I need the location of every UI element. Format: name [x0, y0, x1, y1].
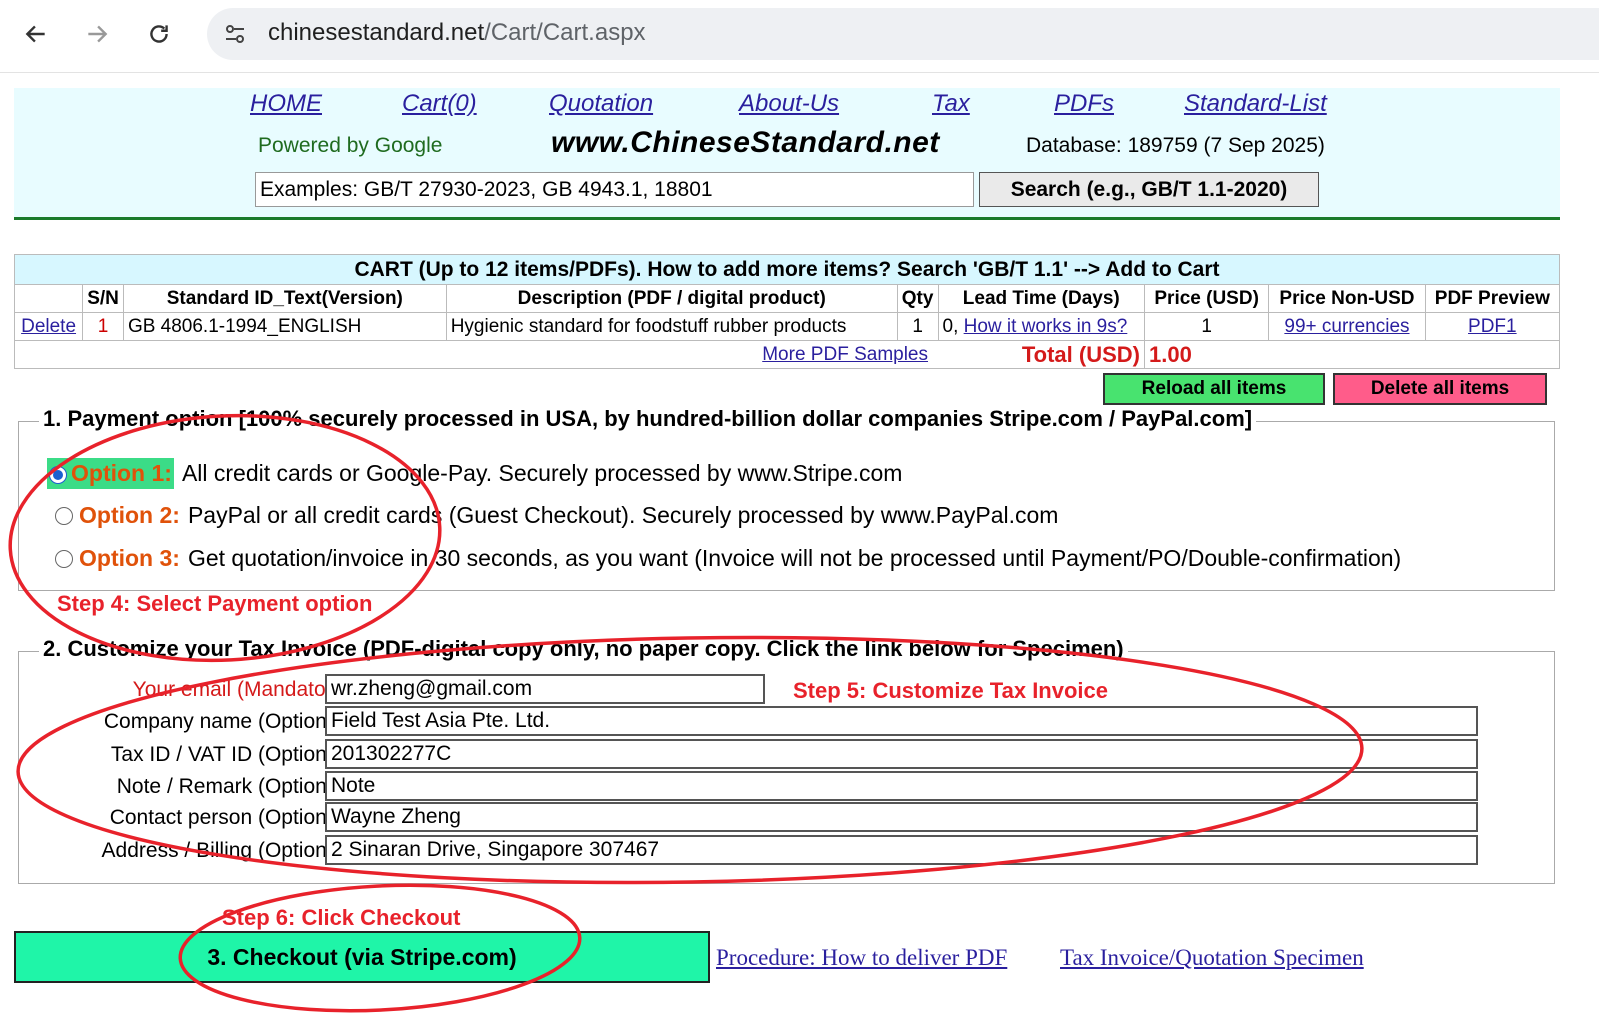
specimen-link[interactable]: Tax Invoice/Quotation Specimen: [1060, 945, 1364, 971]
col-header-sn: S/N: [82, 284, 124, 313]
url-text: chinesestandard.net/Cart/Cart.aspx: [268, 19, 646, 47]
col-header-lead-time: Lead Time (Days): [937, 284, 1146, 313]
address-label: Address / Billing (Optional):: [101, 839, 356, 862]
option-2-text: PayPal or all credit cards (Guest Checko…: [187, 502, 1059, 528]
col-header-qty: Qty: [896, 284, 939, 313]
lead-time-value: 0,: [942, 315, 964, 337]
non-usd-cell: 99+ currencies: [1268, 312, 1426, 341]
total-row: More PDF Samples Total (USD) 1.00: [14, 340, 1560, 369]
email-label: Your email (Mandatory):: [132, 678, 356, 701]
company-field[interactable]: [325, 706, 1478, 736]
forward-arrow-icon[interactable]: [77, 14, 117, 54]
email-field[interactable]: [325, 674, 765, 704]
powered-by-google: Powered by Google: [258, 134, 443, 157]
reload-all-items-button[interactable]: Reload all items: [1103, 373, 1325, 405]
description-cell: Hygienic standard for foodstuff rubber p…: [445, 312, 898, 341]
col-header-price-non-usd: Price Non-USD: [1268, 284, 1426, 313]
step5-annotation: Step 5: Customize Tax Invoice: [793, 678, 1109, 703]
total-label: Total (USD): [938, 340, 1146, 369]
col-header-price-usd: Price (USD): [1143, 284, 1270, 313]
back-arrow-icon[interactable]: [16, 14, 56, 54]
search-button[interactable]: Search (e.g., GB/T 1.1-2020): [979, 172, 1319, 207]
menu-standard-list[interactable]: Standard-List: [1184, 90, 1327, 118]
invoice-legend: 2. Customize your Tax Invoice (PDF-digit…: [39, 636, 1128, 662]
table-row: Delete 1 GB 4806.1-1994_ENGLISH Hygienic…: [13, 312, 1561, 341]
col-header-pdf-preview: PDF Preview: [1424, 284, 1561, 313]
delete-cell: Delete: [13, 312, 84, 341]
sn-cell: 1: [82, 312, 124, 341]
more-samples-cell: More PDF Samples: [14, 340, 939, 369]
option-2-radio[interactable]: [55, 506, 73, 525]
pdf-preview-link[interactable]: PDF1: [1468, 316, 1517, 337]
browser-toolbar: chinesestandard.net/Cart/Cart.aspx: [0, 0, 1599, 73]
standard-id-cell: GB 4806.1-1994_ENGLISH: [122, 312, 447, 341]
tax-id-field[interactable]: [325, 739, 1478, 769]
site-header: HOME Cart(0) Quotation About-Us Tax PDFs…: [14, 88, 1560, 220]
delete-all-items-button[interactable]: Delete all items: [1333, 373, 1547, 405]
procedure-link[interactable]: Procedure: How to deliver PDF: [716, 945, 1007, 971]
payment-option-1[interactable]: Option 1: All credit cards or Google-Pay…: [47, 458, 902, 489]
step6-annotation: Step 6: Click Checkout: [222, 905, 461, 930]
tax-id-label: Tax ID / VAT ID (Optional):: [110, 743, 356, 766]
database-info: Database: 189759 (7 Sep 2025): [1026, 134, 1325, 157]
delete-link[interactable]: Delete: [21, 316, 76, 337]
payment-legend: 1. Payment option [100% securely process…: [39, 406, 1257, 432]
search-input[interactable]: [255, 172, 974, 207]
menu-tax[interactable]: Tax: [932, 90, 970, 118]
menu-pdfs[interactable]: PDFs: [1054, 90, 1114, 118]
payment-option-2[interactable]: Option 2: PayPal or all credit cards (Gu…: [55, 502, 1058, 529]
option-3-radio[interactable]: [55, 549, 73, 568]
address-field[interactable]: [325, 835, 1478, 865]
reload-icon[interactable]: [139, 14, 179, 54]
menu-home[interactable]: HOME: [250, 90, 322, 118]
payment-fieldset: 1. Payment option [100% securely process…: [18, 406, 1555, 591]
option-1-text: All credit cards or Google-Pay. Securely…: [181, 460, 903, 486]
qty-cell: 1: [896, 312, 939, 341]
col-header-delete: [13, 284, 84, 313]
preview-cell: PDF1: [1424, 312, 1561, 341]
url-host: chinesestandard.net: [268, 19, 485, 46]
col-header-description: Description (PDF / digital product): [445, 284, 898, 313]
option-1-label: Option 1:: [71, 460, 172, 486]
cart-header-row: S/N Standard ID_Text(Version) Descriptio…: [13, 284, 1561, 313]
step4-annotation: Step 4: Select Payment option: [57, 591, 373, 616]
url-path: /Cart/Cart.aspx: [484, 19, 646, 46]
cart-caption: CART (Up to 12 items/PDFs). How to add m…: [14, 254, 1560, 285]
option-1-label-wrap[interactable]: Option 1:: [47, 458, 174, 489]
col-header-standard-id: Standard ID_Text(Version): [122, 284, 447, 313]
company-label: Company name (Optional):: [103, 710, 356, 733]
total-value: 1.00: [1144, 340, 1560, 369]
menu-about-us[interactable]: About-Us: [739, 90, 839, 118]
option-3-text: Get quotation/invoice in 30 seconds, as …: [187, 545, 1402, 571]
note-field[interactable]: [325, 771, 1478, 801]
lead-time-cell: 0, How it works in 9s?: [937, 312, 1146, 341]
menu-quotation[interactable]: Quotation: [549, 90, 653, 118]
option-1-radio[interactable]: [49, 465, 67, 484]
how-it-works-link[interactable]: How it works in 9s?: [964, 316, 1128, 337]
payment-option-3[interactable]: Option 3: Get quotation/invoice in 30 se…: [55, 545, 1401, 572]
option-2-label: Option 2:: [79, 502, 180, 528]
menu-cart[interactable]: Cart(0): [402, 90, 477, 118]
tune-icon[interactable]: [221, 20, 249, 48]
contact-field[interactable]: [325, 802, 1478, 832]
price-usd-cell: 1: [1143, 312, 1270, 341]
cart-table: CART (Up to 12 items/PDFs). How to add m…: [13, 254, 1561, 369]
option-3-label: Option 3:: [79, 545, 180, 571]
checkout-button[interactable]: 3. Checkout (via Stripe.com): [14, 931, 710, 983]
more-pdf-samples-link[interactable]: More PDF Samples: [762, 344, 928, 365]
note-label: Note / Remark (Optional):: [116, 775, 356, 798]
currencies-link[interactable]: 99+ currencies: [1284, 316, 1409, 337]
address-bar[interactable]: chinesestandard.net/Cart/Cart.aspx: [207, 8, 1599, 60]
site-title: www.ChineseStandard.net: [551, 126, 940, 159]
contact-label: Contact person (Optional):: [109, 806, 356, 829]
